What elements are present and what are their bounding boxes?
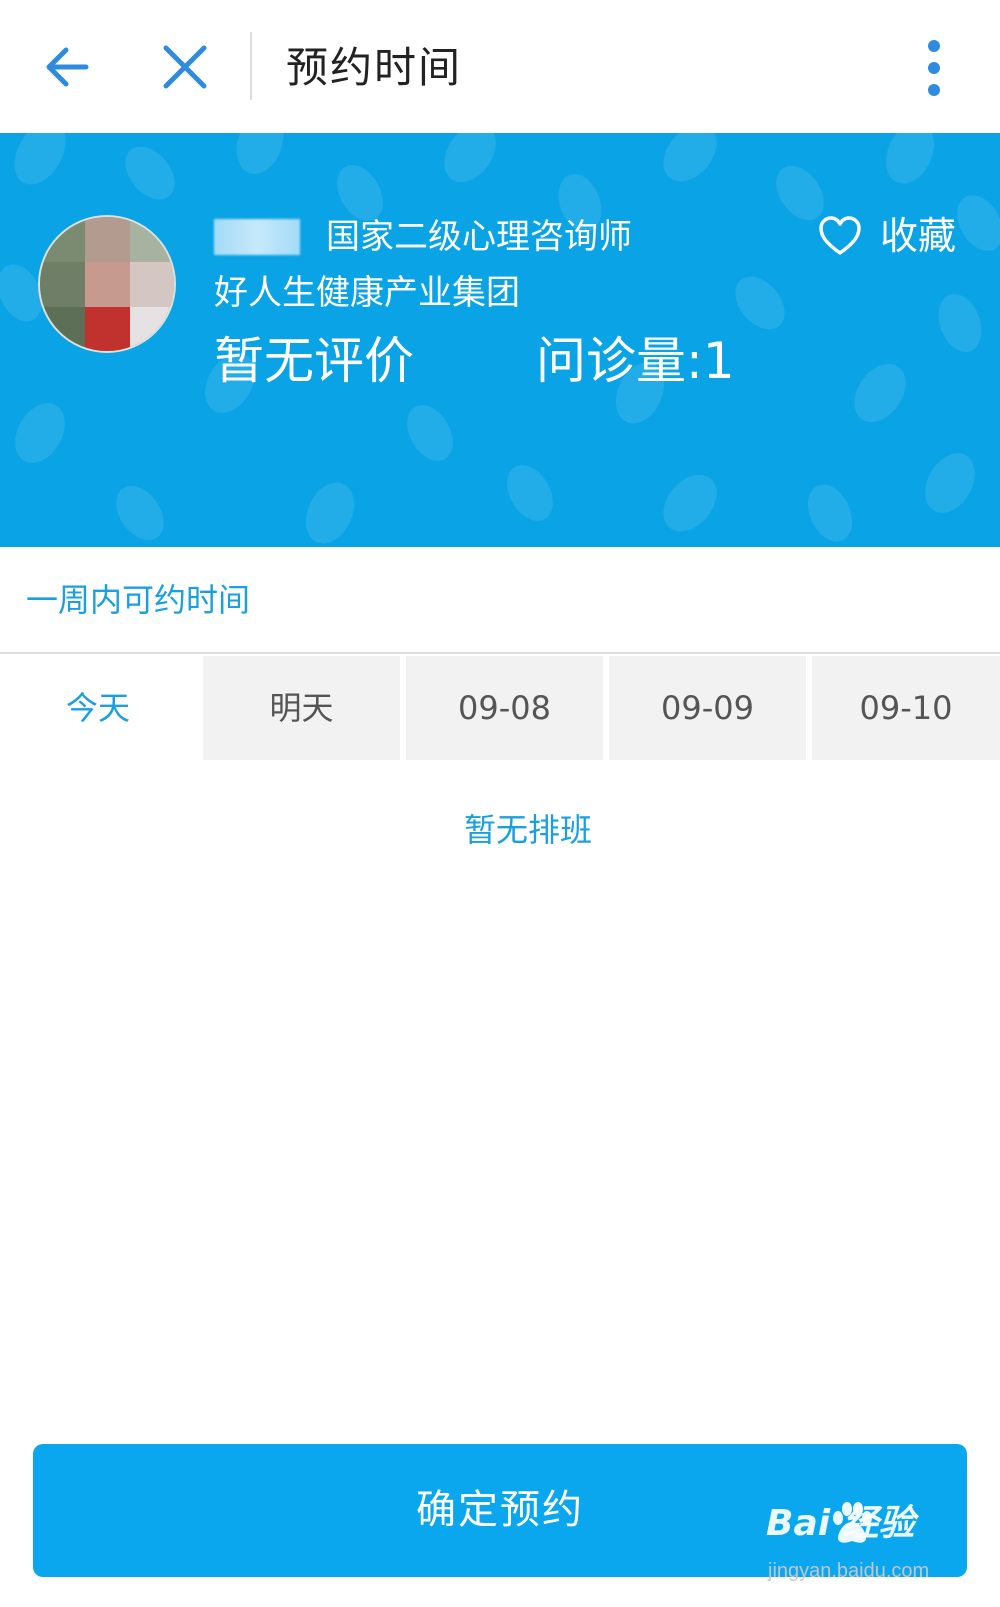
rating-text: 暂无评价: [214, 332, 414, 390]
back-arrow-icon[interactable]: [38, 38, 96, 96]
appointment-time-page: 预约时间 国家二级心理咨询师 好人生健康产业集团 暂无评价 问诊量:1 收藏 一…: [0, 0, 1000, 1607]
doctor-title: 国家二级心理咨询师: [326, 217, 632, 257]
doctor-organization: 好人生健康产业集团: [214, 273, 520, 313]
section-divider: [0, 652, 1000, 654]
avatar-image-icon: [40, 217, 174, 351]
consult-count: 问诊量:1: [536, 332, 735, 390]
heart-outline-icon: [819, 216, 861, 255]
no-schedule-message: 暂无排班: [463, 811, 592, 849]
top-navbar: 预约时间: [0, 0, 1000, 133]
baidu-jingyan-watermark: Bai 经验 jingyan.baidu.com: [766, 1496, 956, 1596]
nav-divider: [250, 32, 252, 100]
tab-09-10[interactable]: 09-10: [812, 656, 1000, 760]
favorite-button[interactable]: 收藏: [818, 209, 968, 263]
more-vertical-icon[interactable]: [906, 36, 962, 100]
tab-tomorrow[interactable]: 明天: [203, 656, 400, 760]
banner-pattern: [0, 133, 1000, 544]
page-title: 预约时间: [286, 43, 463, 92]
tab-today[interactable]: 今天: [0, 656, 196, 760]
tab-09-08[interactable]: 09-08: [406, 656, 603, 760]
doctor-banner: 国家二级心理咨询师 好人生健康产业集团 暂无评价 问诊量:1 收藏: [0, 133, 1000, 547]
week-availability-header: 一周内可约时间: [26, 581, 251, 619]
day-tabs: 今天 明天 09-08 09-09 09-10: [0, 656, 1000, 760]
doctor-name-blurred: [214, 219, 300, 255]
doctor-avatar: [38, 215, 176, 353]
tab-09-09[interactable]: 09-09: [609, 656, 806, 760]
favorite-label: 收藏: [880, 214, 957, 258]
baidu-paw-icon: [833, 1502, 872, 1543]
watermark-url: jingyan.baidu.com: [768, 1560, 930, 1582]
close-icon[interactable]: [156, 38, 214, 96]
